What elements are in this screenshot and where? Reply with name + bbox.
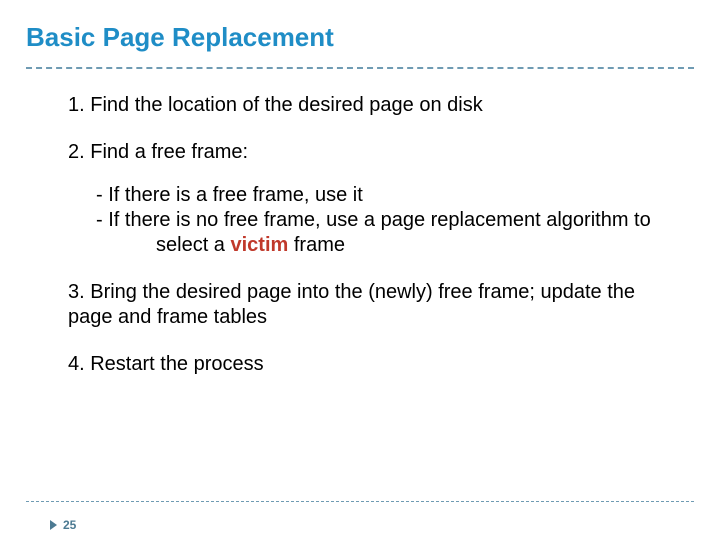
footer-divider [26,501,694,502]
page-number-value: 25 [63,518,76,532]
step-2b-tail: frame [288,234,345,256]
victim-word: victim [230,234,288,256]
step-1: 1. Find the location of the desired page… [68,93,680,118]
step-2b: - If there is no free frame, use a page … [96,208,680,233]
page-arrow-icon [50,520,57,530]
step-2a: - If there is a free frame, use it [96,183,680,208]
step-2: 2. Find a free frame: - If there is a fr… [68,140,680,258]
page-number: 25 [50,518,76,532]
step-3: 3. Bring the desired page into the (newl… [68,280,680,330]
step-2-sublist: - If there is a free frame, use it - If … [68,183,680,258]
step-4: 4. Restart the process [68,352,680,377]
step-2-text: 2. Find a free frame: [68,141,248,163]
slide-title: Basic Page Replacement [0,0,720,67]
step-2b-pre: select a [156,234,230,256]
step-2b-cont: select a victim frame [96,233,680,258]
slide-content: 1. Find the location of the desired page… [0,69,720,377]
